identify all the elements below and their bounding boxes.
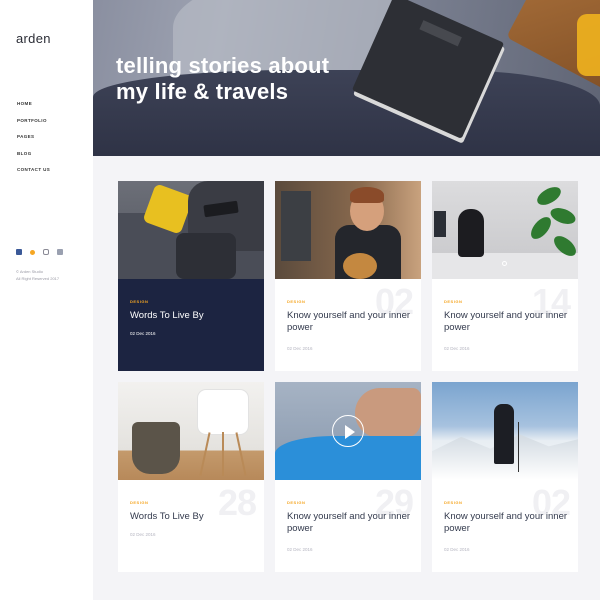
post-date: 02 Dec 2016 [130, 532, 156, 537]
chair-leg-shape [235, 432, 247, 476]
facebook-icon[interactable] [16, 249, 22, 255]
nav-item-contact[interactable]: CONTACT US [17, 167, 50, 172]
post-image[interactable] [432, 181, 578, 279]
guitar-shape [343, 253, 377, 279]
hiker-shape [494, 404, 514, 464]
post-image[interactable] [118, 181, 264, 279]
post-category[interactable]: DESIGN [130, 500, 148, 505]
hero-title-line-1: telling stories about [116, 53, 330, 78]
post-title[interactable]: Know yourself and your inner power [444, 310, 570, 333]
hero-banner: telling stories about my life & travels [93, 0, 600, 156]
legs-shape [176, 233, 236, 279]
nav-item-portfolio[interactable]: PORTFOLIO [17, 118, 50, 123]
post-image[interactable] [275, 181, 421, 279]
post-date: 02 Dec 2016 [444, 547, 470, 552]
nav-item-home[interactable]: HOME [17, 101, 50, 106]
post-card[interactable]: DESIGN Words To Live By 02 Dec 2016 [118, 181, 264, 371]
shelf-shape [281, 191, 311, 261]
slider-dot-icon[interactable] [502, 261, 507, 266]
main-nav: HOME PORTFOLIO PAGES BLOG CONTACT US [17, 101, 50, 184]
post-title[interactable]: Words To Live By [130, 310, 256, 322]
post-title[interactable]: Know yourself and your inner power [444, 511, 570, 534]
hero-title-line-2: my life & travels [116, 79, 289, 104]
post-card[interactable]: 02 DESIGN Know yourself and your inner p… [432, 382, 578, 572]
pole-shape [518, 422, 519, 472]
post-category[interactable]: DESIGN [130, 299, 148, 304]
post-card[interactable]: 14 DESIGN Know yourself and your inner p… [432, 181, 578, 371]
post-image[interactable] [432, 382, 578, 480]
chair-leg-shape [222, 432, 224, 476]
post-card[interactable]: 29 DESIGN Know yourself and your inner p… [275, 382, 421, 572]
youtube-icon[interactable] [57, 249, 63, 255]
hand-shape [355, 388, 421, 438]
nav-item-blog[interactable]: BLOG [17, 151, 50, 156]
instagram-icon[interactable] [43, 249, 49, 255]
post-category[interactable]: DESIGN [287, 500, 305, 505]
desk-shape [432, 253, 578, 279]
post-date: 02 Dec 2016 [444, 346, 470, 351]
basket-shape [132, 422, 180, 474]
screen-shape [434, 211, 446, 237]
post-image[interactable] [275, 382, 421, 480]
chair-leg-shape [199, 432, 211, 476]
post-category[interactable]: DESIGN [444, 299, 462, 304]
person-shape [458, 209, 484, 257]
leaf-shape [548, 204, 578, 228]
post-date: 02 Dec 2016 [287, 346, 313, 351]
post-title[interactable]: Know yourself and your inner power [287, 310, 413, 333]
copyright-line-2: All Right Reserved 2017 [16, 276, 60, 281]
twitter-icon[interactable] [30, 250, 35, 255]
sidebar: arden HOME PORTFOLIO PAGES BLOG CONTACT … [0, 0, 93, 600]
post-title[interactable]: Know yourself and your inner power [287, 511, 413, 534]
copyright-line-1: © Arden Studio [16, 269, 43, 274]
post-category[interactable]: DESIGN [444, 500, 462, 505]
chair-shape [198, 390, 248, 434]
site-logo[interactable]: arden [16, 31, 51, 46]
post-date: 02 Dec 2016 [130, 331, 156, 336]
leaf-shape [527, 213, 555, 243]
copyright: © Arden Studio All Right Reserved 2017 [16, 268, 59, 282]
hair-shape [350, 187, 384, 203]
leaf-shape [534, 183, 564, 209]
post-date: 02 Dec 2016 [287, 547, 313, 552]
play-icon[interactable] [332, 415, 364, 447]
post-card[interactable]: 02 DESIGN Know yourself and your inner p… [275, 181, 421, 371]
post-title[interactable]: Words To Live By [130, 511, 256, 523]
book-label [419, 20, 462, 47]
nav-item-pages[interactable]: PAGES [17, 134, 50, 139]
hero-title: telling stories about my life & travels [116, 53, 329, 105]
post-image[interactable] [118, 382, 264, 480]
post-category[interactable]: DESIGN [287, 299, 305, 304]
hero-glass [577, 14, 600, 76]
post-card[interactable]: 28 DESIGN Words To Live By 02 Dec 2016 [118, 382, 264, 572]
social-links [16, 249, 63, 255]
